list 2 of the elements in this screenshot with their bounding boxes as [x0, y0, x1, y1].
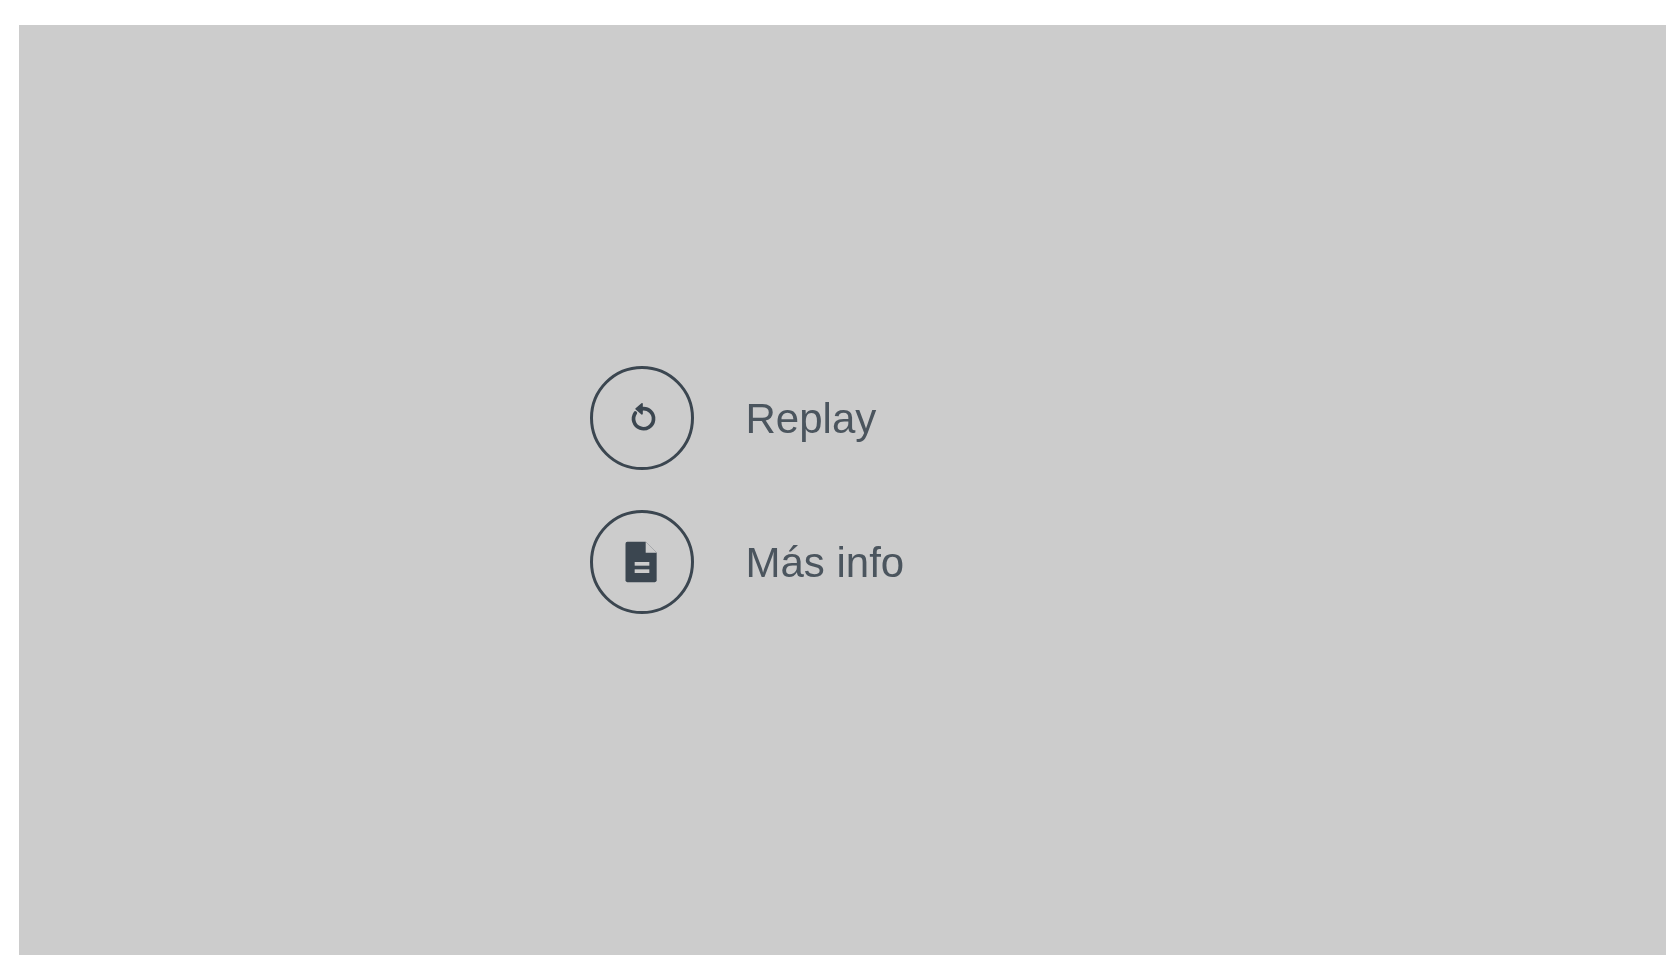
ad-action-button[interactable]: Replay — [569, 366, 946, 470]
ad-action-button[interactable]: Más info — [569, 510, 946, 614]
